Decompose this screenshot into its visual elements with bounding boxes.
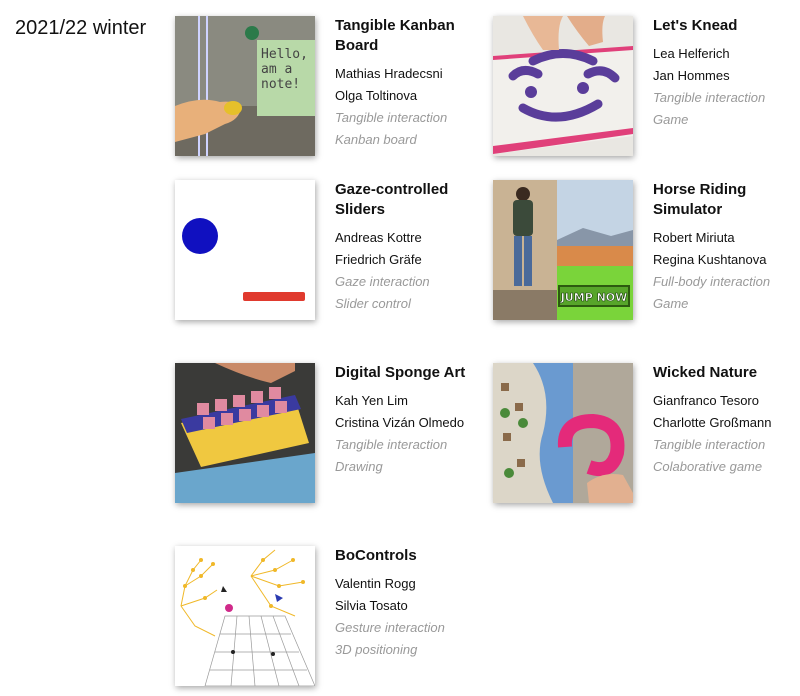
project-thumbnail[interactable] [493,16,633,156]
bocontrols-thumbnail-image [175,546,315,686]
project-tag: Full-body interaction [653,274,771,289]
project-tag: Gesture interaction [335,620,445,635]
project-author: Kah Yen Lim [335,393,409,408]
project-card-gaze-sliders: Gaze-controlled Sliders Andreas Kottre F… [175,180,475,330]
project-tag: Gaze interaction [335,274,430,289]
project-author: Regina Kushtanova [653,252,767,267]
project-author: Mathias Hradecsni [335,66,443,81]
project-author: Charlotte Großmann [653,415,772,430]
project-tag: Slider control [335,296,411,311]
gaze-sliders-thumbnail-image [175,180,315,320]
project-author: Lea Helferich [653,46,730,61]
project-tag: Tangible interaction [335,110,448,125]
project-author: Jan Hommes [653,68,730,83]
project-tag: Drawing [335,459,383,474]
project-tag: Tangible interaction [335,437,448,452]
sponge-art-thumbnail-image [175,363,315,503]
project-title[interactable]: Horse Riding Simulator [653,180,800,220]
project-author: Valentin Rogg [335,576,416,591]
project-card-horse-riding: JUMP NOW Horse Riding Simulator Robert M… [493,180,793,330]
project-tag: Game [653,296,689,311]
project-tag: Tangible interaction [653,90,766,105]
project-author: Robert Miriuta [653,230,735,245]
note-line-1: Hello, I [261,47,315,62]
project-card-lets-knead: Let's Knead Lea Helferich Jan Hommes Tan… [493,16,793,166]
project-title[interactable]: Tangible Kanban Board [335,16,485,56]
project-tag: Tangible interaction [653,437,766,452]
project-thumbnail[interactable]: JUMP NOW [493,180,633,320]
project-title[interactable]: Digital Sponge Art [335,363,485,383]
project-card-bocontrols: BoControls Valentin Rogg Silvia Tosato G… [175,546,475,696]
project-card-sponge-art: Digital Sponge Art Kah Yen Lim Cristina … [175,363,475,513]
project-author: Andreas Kottre [335,230,422,245]
project-title[interactable]: Gaze-controlled Sliders [335,180,485,220]
project-tag: Kanban board [335,132,417,147]
knead-thumbnail-image [493,16,633,156]
jump-now-label: JUMP NOW [560,291,628,304]
project-tag: 3D positioning [335,642,418,657]
project-thumbnail[interactable]: Hello, Iam anote! [175,16,315,156]
project-author: Cristina Vizán Olmedo [335,415,465,430]
project-author: Gianfranco Tesoro [653,393,759,408]
project-thumbnail[interactable] [175,363,315,503]
project-author: Olga Toltinova [335,88,418,103]
project-title[interactable]: BoControls [335,546,485,566]
semester-heading: 2021/22 winter [15,17,147,39]
project-tag: Colaborative game [653,459,763,474]
project-thumbnail[interactable] [175,546,315,686]
horse-riding-thumbnail-image: JUMP NOW [493,180,633,320]
project-thumbnail[interactable] [175,180,315,320]
project-card-wicked-nature: Wicked Nature Gianfranco Tesoro Charlott… [493,363,793,513]
project-thumbnail[interactable] [493,363,633,503]
project-card-tangible-kanban: Hello, Iam anote! Tangible Kanban Board … [175,16,475,166]
project-tag: Game [653,112,689,127]
wicked-nature-thumbnail-image [493,363,633,503]
project-author: Silvia Tosato [335,598,408,613]
kanban-thumbnail-image: Hello, Iam anote! [175,16,315,156]
project-author: Friedrich Gräfe [335,252,422,267]
project-title[interactable]: Let's Knead [653,16,800,36]
project-title[interactable]: Wicked Nature [653,363,800,383]
